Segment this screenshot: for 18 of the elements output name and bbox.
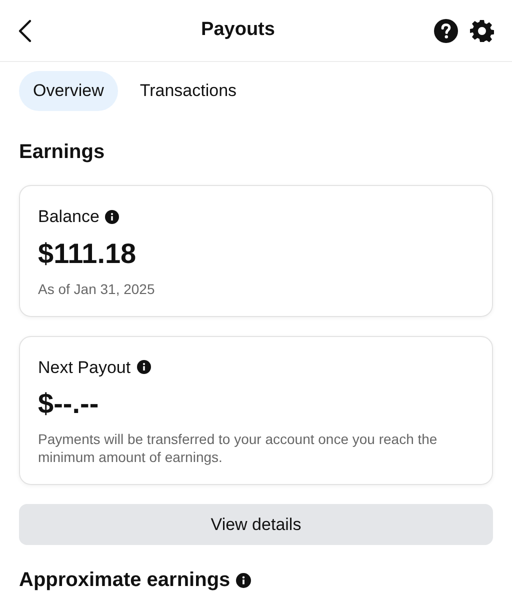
tab[interactable]: Overview	[19, 71, 118, 111]
back-icon	[18, 18, 32, 42]
card-note: Payments will be transferred to your account once you reach the minimum amount of earnings.	[38, 430, 438, 466]
info-icon[interactable]	[105, 210, 120, 224]
view-details-button[interactable]: View details	[19, 504, 493, 545]
card-title: Next Payout	[38, 356, 131, 378]
amount: $111.18	[38, 236, 138, 270]
info-icon[interactable]	[236, 572, 252, 588]
tab[interactable]: Transactions	[126, 71, 251, 111]
card-title: Balance	[38, 206, 100, 228]
section-title: Earnings	[19, 140, 106, 165]
help-icon[interactable]	[434, 18, 458, 42]
section-title: Approximate earnings	[19, 568, 230, 593]
card-note: As of Jan 31, 2025	[38, 280, 156, 298]
page-title: Payouts	[201, 18, 275, 42]
amount: $--.--	[38, 387, 100, 421]
info-icon[interactable]	[136, 360, 151, 374]
settings-icon[interactable]	[470, 18, 494, 42]
